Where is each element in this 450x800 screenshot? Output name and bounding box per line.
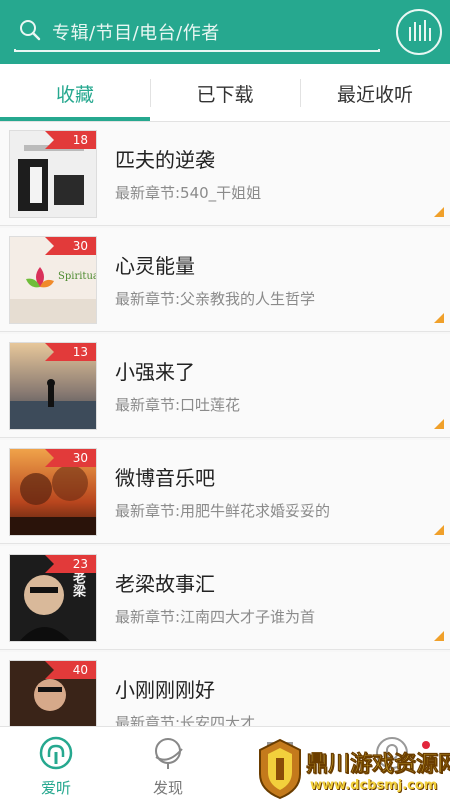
item-latest-chapter: 最新章节:长安四大才	[115, 714, 256, 726]
item-latest-chapter: 最新章节:口吐莲花	[115, 396, 241, 414]
item-title: 心灵能量	[115, 254, 195, 278]
favorites-list: 18 匹夫的逆袭 最新章节:540_干姐姐 Spiritual 30 心灵能量 …	[0, 122, 450, 726]
top-bar: 专辑/节目/电台/作者	[0, 0, 450, 64]
corner-marker-icon	[434, 207, 444, 217]
item-latest-chapter: 最新章节:父亲教我的人生哲学	[115, 290, 316, 308]
active-tab-indicator	[0, 117, 150, 121]
list-item[interactable]: Spiritual 30 心灵能量 最新章节:父亲教我的人生哲学	[0, 228, 450, 332]
item-title: 微博音乐吧	[115, 466, 215, 490]
item-title: 匹夫的逆袭	[115, 148, 215, 172]
item-latest-chapter: 最新章节:540_干姐姐	[115, 184, 262, 202]
equalizer-icon	[409, 20, 431, 41]
episode-count-badge: 30	[45, 449, 96, 467]
watermark: 鼎川游戏资源网 www.dcbsmj.com	[256, 738, 450, 800]
search-input[interactable]: 专辑/节目/电台/作者	[52, 19, 220, 45]
watermark-title: 鼎川游戏资源网	[306, 752, 450, 778]
search-icon	[20, 20, 41, 41]
corner-marker-icon	[434, 525, 444, 535]
album-cover: Spiritual 30	[9, 236, 97, 324]
watermark-url: www.dcbsmj.com	[310, 778, 438, 793]
tab-bar: 收藏 已下载 最近收听	[0, 64, 450, 122]
album-cover: 30	[9, 448, 97, 536]
corner-marker-icon	[434, 419, 444, 429]
episode-count-badge: 40	[45, 661, 96, 679]
item-title: 小刚刚刚好	[115, 678, 215, 702]
watermark-logo-icon	[259, 738, 301, 800]
list-item[interactable]: 13 小强来了 最新章节:口吐莲花	[0, 334, 450, 438]
item-latest-chapter: 最新章节:用肥牛鲜花求婚妥妥的	[115, 502, 331, 520]
album-cover: 老梁 23	[9, 554, 97, 642]
cover-title: Spiritual	[58, 271, 96, 282]
list-item[interactable]: 18 匹夫的逆袭 最新章节:540_干姐姐	[0, 122, 450, 226]
episode-count-badge: 23	[45, 555, 96, 573]
search-underline	[14, 49, 380, 52]
list-item[interactable]: 老梁 23 老梁故事汇 最新章节:江南四大才子谁为首	[0, 546, 450, 650]
search-bar[interactable]: 专辑/节目/电台/作者	[12, 10, 382, 52]
tab-downloaded[interactable]: 已下载	[150, 64, 300, 122]
item-latest-chapter: 最新章节:江南四大才子谁为首	[115, 608, 316, 626]
list-item[interactable]: 30 微博音乐吧 最新章节:用肥牛鲜花求婚妥妥的	[0, 440, 450, 544]
album-cover: 13	[9, 342, 97, 430]
episode-count-badge: 18	[45, 131, 96, 149]
nav-label: 发现	[152, 779, 183, 797]
nav-listen[interactable]: 爱听	[0, 727, 112, 800]
nav-label: 爱听	[40, 779, 71, 797]
episode-count-badge: 30	[45, 237, 96, 255]
corner-marker-icon	[434, 313, 444, 323]
item-title: 小强来了	[115, 360, 195, 384]
album-cover: 40	[9, 660, 97, 726]
item-title: 老梁故事汇	[115, 572, 215, 596]
list-item[interactable]: 40 小刚刚刚好 最新章节:长安四大才	[0, 652, 450, 726]
corner-marker-icon	[434, 631, 444, 641]
planet-icon	[155, 738, 183, 769]
album-cover: 18	[9, 130, 97, 218]
now-playing-button[interactable]	[396, 9, 442, 55]
cover-title: 老梁	[70, 571, 85, 597]
episode-count-badge: 13	[45, 343, 96, 361]
tab-recent[interactable]: 最近收听	[300, 64, 450, 122]
tab-favorites[interactable]: 收藏	[0, 64, 150, 122]
headphones-icon	[39, 736, 73, 770]
nav-discover[interactable]: 发现	[112, 727, 224, 800]
